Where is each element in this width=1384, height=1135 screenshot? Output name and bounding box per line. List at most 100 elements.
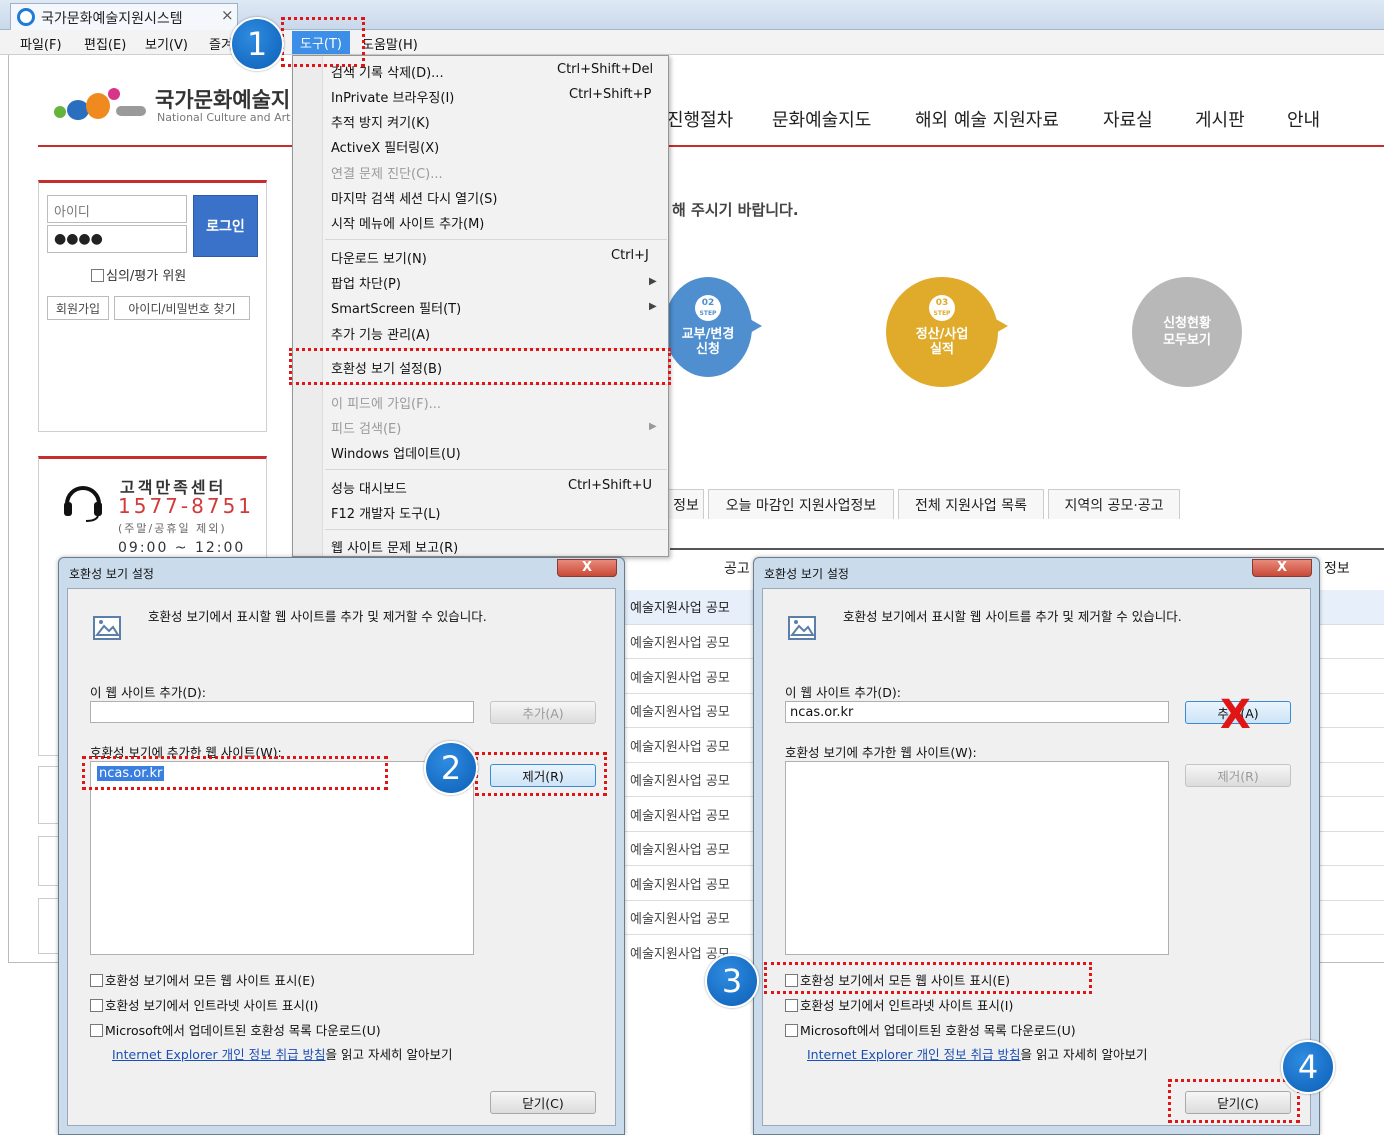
menu-report-problem[interactable]: 웹 사이트 문제 보고(R) xyxy=(331,537,458,556)
checkbox-box[interactable] xyxy=(90,999,103,1012)
menu-view[interactable]: 보기(V) xyxy=(145,34,188,53)
table-header-right: 정보 xyxy=(1324,561,1350,577)
menu-reopen-session[interactable]: 마지막 검색 세션 다시 열기(S) xyxy=(331,188,498,207)
add-site-label: 이 웹 사이트 추가(D): xyxy=(90,685,207,700)
menu-add-start-menu[interactable]: 시작 메뉴에 사이트 추가(M) xyxy=(331,213,484,232)
menu-smartscreen[interactable]: SmartScreen 필터(T) xyxy=(331,298,461,317)
shortcut-label: Ctrl+Shift+U xyxy=(568,478,652,493)
browser-left-edge xyxy=(8,55,9,963)
browser-bottom-edge xyxy=(8,962,58,963)
step-02-circle[interactable]: 02 STEP 교부/변경 신청 xyxy=(664,277,752,377)
menu-manage-addons[interactable]: 추가 기능 관리(A) xyxy=(331,324,430,343)
table-row[interactable]: 예술지원사업 공모 xyxy=(630,839,730,858)
tab-info[interactable]: 정보 xyxy=(668,489,704,519)
menu-help[interactable]: 도움말(H) xyxy=(362,34,418,53)
menu-inprivate[interactable]: InPrivate 브라우징(I) xyxy=(331,87,454,106)
menu-file[interactable]: 파일(F) xyxy=(20,34,62,53)
menu-view-downloads[interactable]: 다운로드 보기(N) xyxy=(331,248,427,267)
table-row[interactable]: 예술지원사업 공모 xyxy=(630,597,730,616)
menu-popup-blocker[interactable]: 팝업 차단(P) xyxy=(331,273,401,292)
table-row[interactable]: 예술지원사업 공모 xyxy=(630,805,730,824)
table-row[interactable]: 예술지원사업 공모 xyxy=(630,667,730,686)
submenu-arrow-icon: ▶ xyxy=(649,301,657,312)
browser-bottom-edge xyxy=(1320,962,1384,963)
checkbox-box[interactable] xyxy=(91,269,104,282)
table-row[interactable]: 예술지원사업 공모 xyxy=(630,632,730,651)
menu-performance-dashboard[interactable]: 성능 대시보드 xyxy=(331,478,407,497)
checkbox-box[interactable] xyxy=(90,974,103,987)
step-02-number: 02 STEP xyxy=(695,295,721,321)
table-row[interactable]: 예술지원사업 공모 xyxy=(630,701,730,720)
status-all-label: 신청현황 모두보기 xyxy=(1163,316,1211,348)
nav-board[interactable]: 게시판 xyxy=(1195,106,1245,132)
nav-culture-map[interactable]: 문화예술지도 xyxy=(772,106,871,132)
option-ms-list[interactable]: Microsoft에서 업데이트된 호환성 목록 다운로드(U) xyxy=(90,1020,381,1039)
find-account-button[interactable]: 아이디/비밀번호 찾기 xyxy=(114,296,250,320)
add-site-input[interactable] xyxy=(90,701,474,723)
tab-regional[interactable]: 지역의 공모·공고 xyxy=(1048,489,1180,519)
tools-dropdown-menu: 검색 기록 삭제(D)... Ctrl+Shift+Del InPrivate … xyxy=(292,55,669,557)
reviewer-checkbox[interactable]: 심의/평가 위원 xyxy=(91,265,186,284)
tab-today-deadline[interactable]: 오늘 마감인 지원사업정보 xyxy=(708,489,894,519)
privacy-suffix: 을 읽고 자세히 알아보기 xyxy=(1020,1047,1148,1062)
option-all-sites[interactable]: 호환성 보기에서 모든 웹 사이트 표시(E) xyxy=(90,970,315,989)
step-03-circle[interactable]: 03 STEP 정산/사업 실적 xyxy=(886,277,998,387)
menu-bar: 파일(F) 편집(E) 보기(V) 즐겨 도구(T) 도움말(H) xyxy=(0,30,1384,55)
option-intranet[interactable]: 호환성 보기에서 인트라넷 사이트 표시(I) xyxy=(785,995,1013,1014)
nav-overseas[interactable]: 해외 예술 지원자료 xyxy=(915,106,1059,132)
login-button[interactable]: 로그인 xyxy=(193,195,258,257)
shortcut-label: Ctrl+J xyxy=(611,248,649,263)
option-ms-list[interactable]: Microsoft에서 업데이트된 호환성 목록 다운로드(U) xyxy=(785,1020,1076,1039)
x-mark-icon: X xyxy=(1220,692,1251,738)
privacy-text: Internet Explorer 개인 정보 취급 방침을 읽고 자세히 알아… xyxy=(112,1044,452,1063)
menu-subscribe-feed: 이 피드에 가입(F)... xyxy=(331,397,442,412)
remove-button[interactable]: 제거(R) xyxy=(1185,764,1291,787)
add-site-label: 이 웹 사이트 추가(D): xyxy=(785,685,902,700)
status-all-circle[interactable]: 신청현황 모두보기 xyxy=(1132,277,1242,387)
menu-f12-devtools[interactable]: F12 개발자 도구(L) xyxy=(331,503,440,522)
site-title[interactable]: 국가문화예술지 xyxy=(155,84,290,114)
table-row[interactable]: 예술지원사업 공모 xyxy=(630,908,730,927)
step-02-label: 교부/변경 신청 xyxy=(681,327,735,357)
tab-all-programs[interactable]: 전체 지원사업 목록 xyxy=(898,489,1044,519)
dialog-description: 호환성 보기에서 표시할 웹 사이트를 추가 및 제거할 수 있습니다. xyxy=(148,609,487,624)
privacy-link[interactable]: Internet Explorer 개인 정보 취급 방침 xyxy=(807,1047,1021,1062)
menu-edit[interactable]: 편집(E) xyxy=(84,34,126,53)
dialog-body: 호환성 보기에서 표시할 웹 사이트를 추가 및 제거할 수 있습니다. 이 웹… xyxy=(762,588,1311,1126)
site-list[interactable] xyxy=(785,761,1169,955)
password-input[interactable]: ●●●● xyxy=(47,225,187,253)
customer-center-note: (주말/공휴일 제외) xyxy=(118,522,227,535)
dialog-close-button[interactable]: X xyxy=(557,559,617,577)
close-button[interactable]: 닫기(C) xyxy=(490,1091,596,1114)
nav-info[interactable]: 안내 xyxy=(1287,106,1320,132)
add-site-input[interactable]: ncas.or.kr xyxy=(785,701,1169,723)
checkbox-box[interactable] xyxy=(90,1024,103,1037)
site-list[interactable]: ncas.or.kr xyxy=(90,761,474,955)
web-page-icon xyxy=(788,616,816,640)
site-logo-icon xyxy=(54,88,146,120)
signup-button[interactable]: 회원가입 xyxy=(47,296,109,320)
menu-separator xyxy=(325,239,667,240)
table-row[interactable]: 예술지원사업 공모 xyxy=(630,736,730,755)
table-row[interactable]: 예술지원사업 공모 xyxy=(630,874,730,893)
id-input[interactable]: 아이디 xyxy=(47,195,187,223)
checkbox-box[interactable] xyxy=(785,1024,798,1037)
tab-close-icon[interactable]: × xyxy=(221,6,234,24)
privacy-link[interactable]: Internet Explorer 개인 정보 취급 방침 xyxy=(112,1047,326,1062)
menu-tracking-protection[interactable]: 추적 방지 켜기(K) xyxy=(331,112,430,131)
add-button[interactable]: 추가(A) xyxy=(490,701,596,724)
checkbox-box[interactable] xyxy=(785,999,798,1012)
nav-archive[interactable]: 자료실 xyxy=(1103,106,1153,132)
shortcut-label: Ctrl+Shift+Del xyxy=(557,62,654,77)
browser-tab[interactable]: 국가문화예술지원시스템 × xyxy=(10,3,238,30)
highlight-all-sites-option xyxy=(764,962,1092,994)
option-intranet[interactable]: 호환성 보기에서 인트라넷 사이트 표시(I) xyxy=(90,995,318,1014)
dialog-close-button[interactable]: X xyxy=(1252,559,1312,577)
highlight-compat-setting xyxy=(289,348,671,385)
nav-process[interactable]: 진행절차 xyxy=(667,106,733,132)
menu-windows-update[interactable]: Windows 업데이트(U) xyxy=(331,443,461,462)
side-banner xyxy=(38,898,60,954)
table-row[interactable]: 예술지원사업 공모 xyxy=(630,770,730,789)
option-label: 호환성 보기에서 모든 웹 사이트 표시(E) xyxy=(105,973,316,988)
menu-activex-filter[interactable]: ActiveX 필터링(X) xyxy=(331,137,439,156)
